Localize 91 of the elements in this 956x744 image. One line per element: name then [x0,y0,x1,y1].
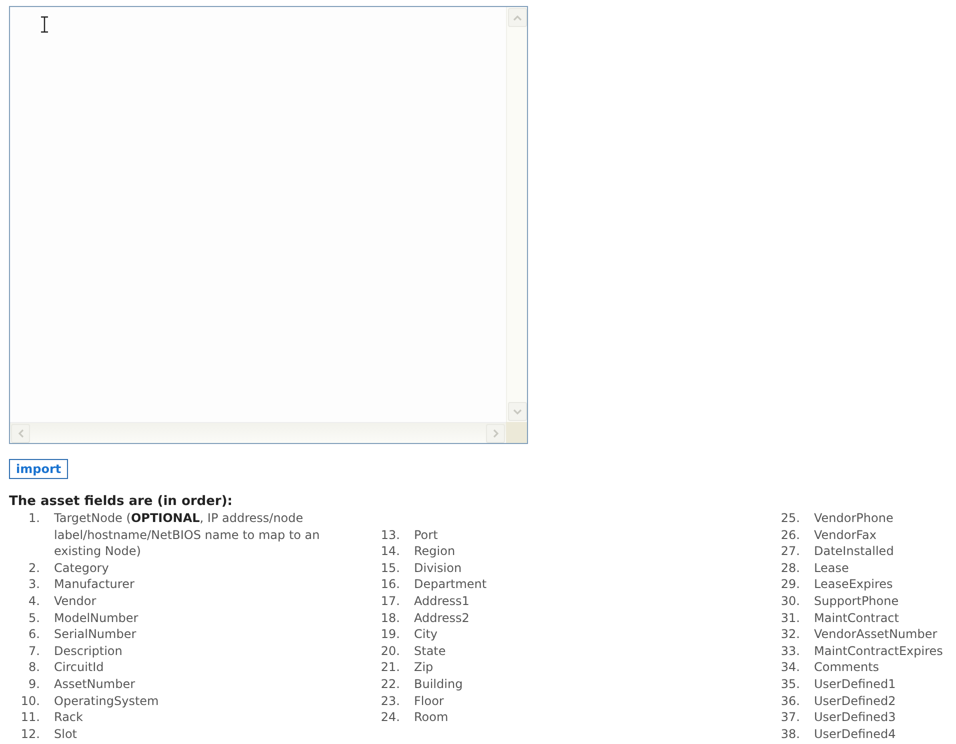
field-name: UserDefined4 [814,726,896,742]
import-button[interactable]: import [9,459,68,479]
list-number: 24. [380,709,400,726]
horizontal-scrollbar[interactable] [10,422,506,443]
field-name: VendorFax [814,526,876,544]
list-number: 25. [780,510,800,527]
field-name: AssetNumber [54,676,136,693]
field-name: OperatingSystem [54,692,159,710]
list-number: 10. [20,692,40,710]
field-name: Building [414,676,463,693]
list-number: 2. [28,560,40,576]
list-number: 36. [780,692,800,710]
list-number: 12. [20,726,40,742]
chevron-up-icon [513,14,522,20]
field-name: City [414,626,438,643]
list-number: 9. [28,676,40,693]
scroll-right-button[interactable] [486,424,505,443]
field-name: Port [414,526,438,544]
list-number: 37. [780,709,800,726]
text-cursor-icon [40,16,49,33]
field-name: SerialNumber [54,626,136,643]
list-number: 7. [28,642,40,660]
list-number: 26. [780,526,800,544]
field-name: CircuitId [54,659,104,676]
field-name: LeaseExpires [814,576,893,593]
list-number: 16. [380,576,400,593]
field-name: Slot [54,726,77,742]
scroll-left-button[interactable] [11,424,30,443]
field-name: UserDefined1 [814,676,896,693]
chevron-down-icon [513,408,522,414]
field-name: Manufacturer [54,576,134,593]
scrollbar-corner [506,422,527,443]
list-number: 18. [380,610,400,626]
list-number: 1. [28,510,40,527]
list-number: 3. [28,576,40,593]
field-name: Region [414,543,456,560]
list-number: 34. [780,659,800,676]
list-number: 23. [380,692,400,710]
list-number: 35. [780,676,800,693]
text-area[interactable] [9,6,528,444]
field-name: Description [54,642,122,660]
field-name: SupportPhone [814,592,899,610]
field-name: Vendor [54,592,96,610]
section-heading: The asset fields are (in order): [9,493,234,510]
list-number: 20. [380,642,400,660]
list-number: 33. [780,642,800,660]
list-number: 17. [380,592,400,610]
field-name: Comments [814,659,880,676]
list-number: 4. [28,592,40,610]
field-name: Zip [414,659,434,676]
list-number: 30. [780,592,800,610]
field-name: State [414,642,446,660]
field-name: Category [54,560,109,576]
field-name: MaintContract [814,610,899,626]
chevron-right-icon [492,429,498,438]
list-number: 13. [380,526,400,544]
list-number: 15. [380,560,400,576]
field-name: Lease [814,560,849,576]
chevron-left-icon [18,429,24,438]
list-number: 29. [780,576,800,593]
field-name: UserDefined2 [814,692,896,710]
list-number: 32. [780,626,800,643]
scroll-up-button[interactable] [508,8,527,27]
field-name: TargetNode (OPTIONAL, IP address/node label/hostname/NetBIOS name to map to an existing Node) [54,510,321,560]
field-name: Rack [54,709,83,726]
list-number: 14. [380,543,400,560]
list-number: 8. [28,659,40,676]
list-number: 31. [780,610,800,626]
list-number: 22. [380,676,400,693]
list-number: 27. [780,543,800,560]
field-name: DateInstalled [814,543,894,560]
vertical-scrollbar[interactable] [506,7,527,422]
list-number: 11. [20,709,40,726]
field-name: Address1 [414,592,470,610]
field-name: Department [414,576,487,593]
list-number: 38. [780,726,800,742]
list-number: 5. [28,610,40,626]
field-name: Room [414,709,448,726]
field-name: Address2 [414,610,470,626]
list-number: 19. [380,626,400,643]
field-name: UserDefined3 [814,709,896,726]
list-number: 21. [380,659,400,676]
field-name: ModelNumber [54,610,138,626]
list-number: 6. [28,626,40,643]
field-name: VendorPhone [814,510,894,527]
list-number: 28. [780,560,800,576]
field-name: Floor [414,692,444,710]
field-name: Division [414,560,462,576]
field-name: VendorAssetNumber [814,626,938,643]
field-name: MaintContractExpires [814,642,943,660]
scroll-down-button[interactable] [508,402,527,421]
